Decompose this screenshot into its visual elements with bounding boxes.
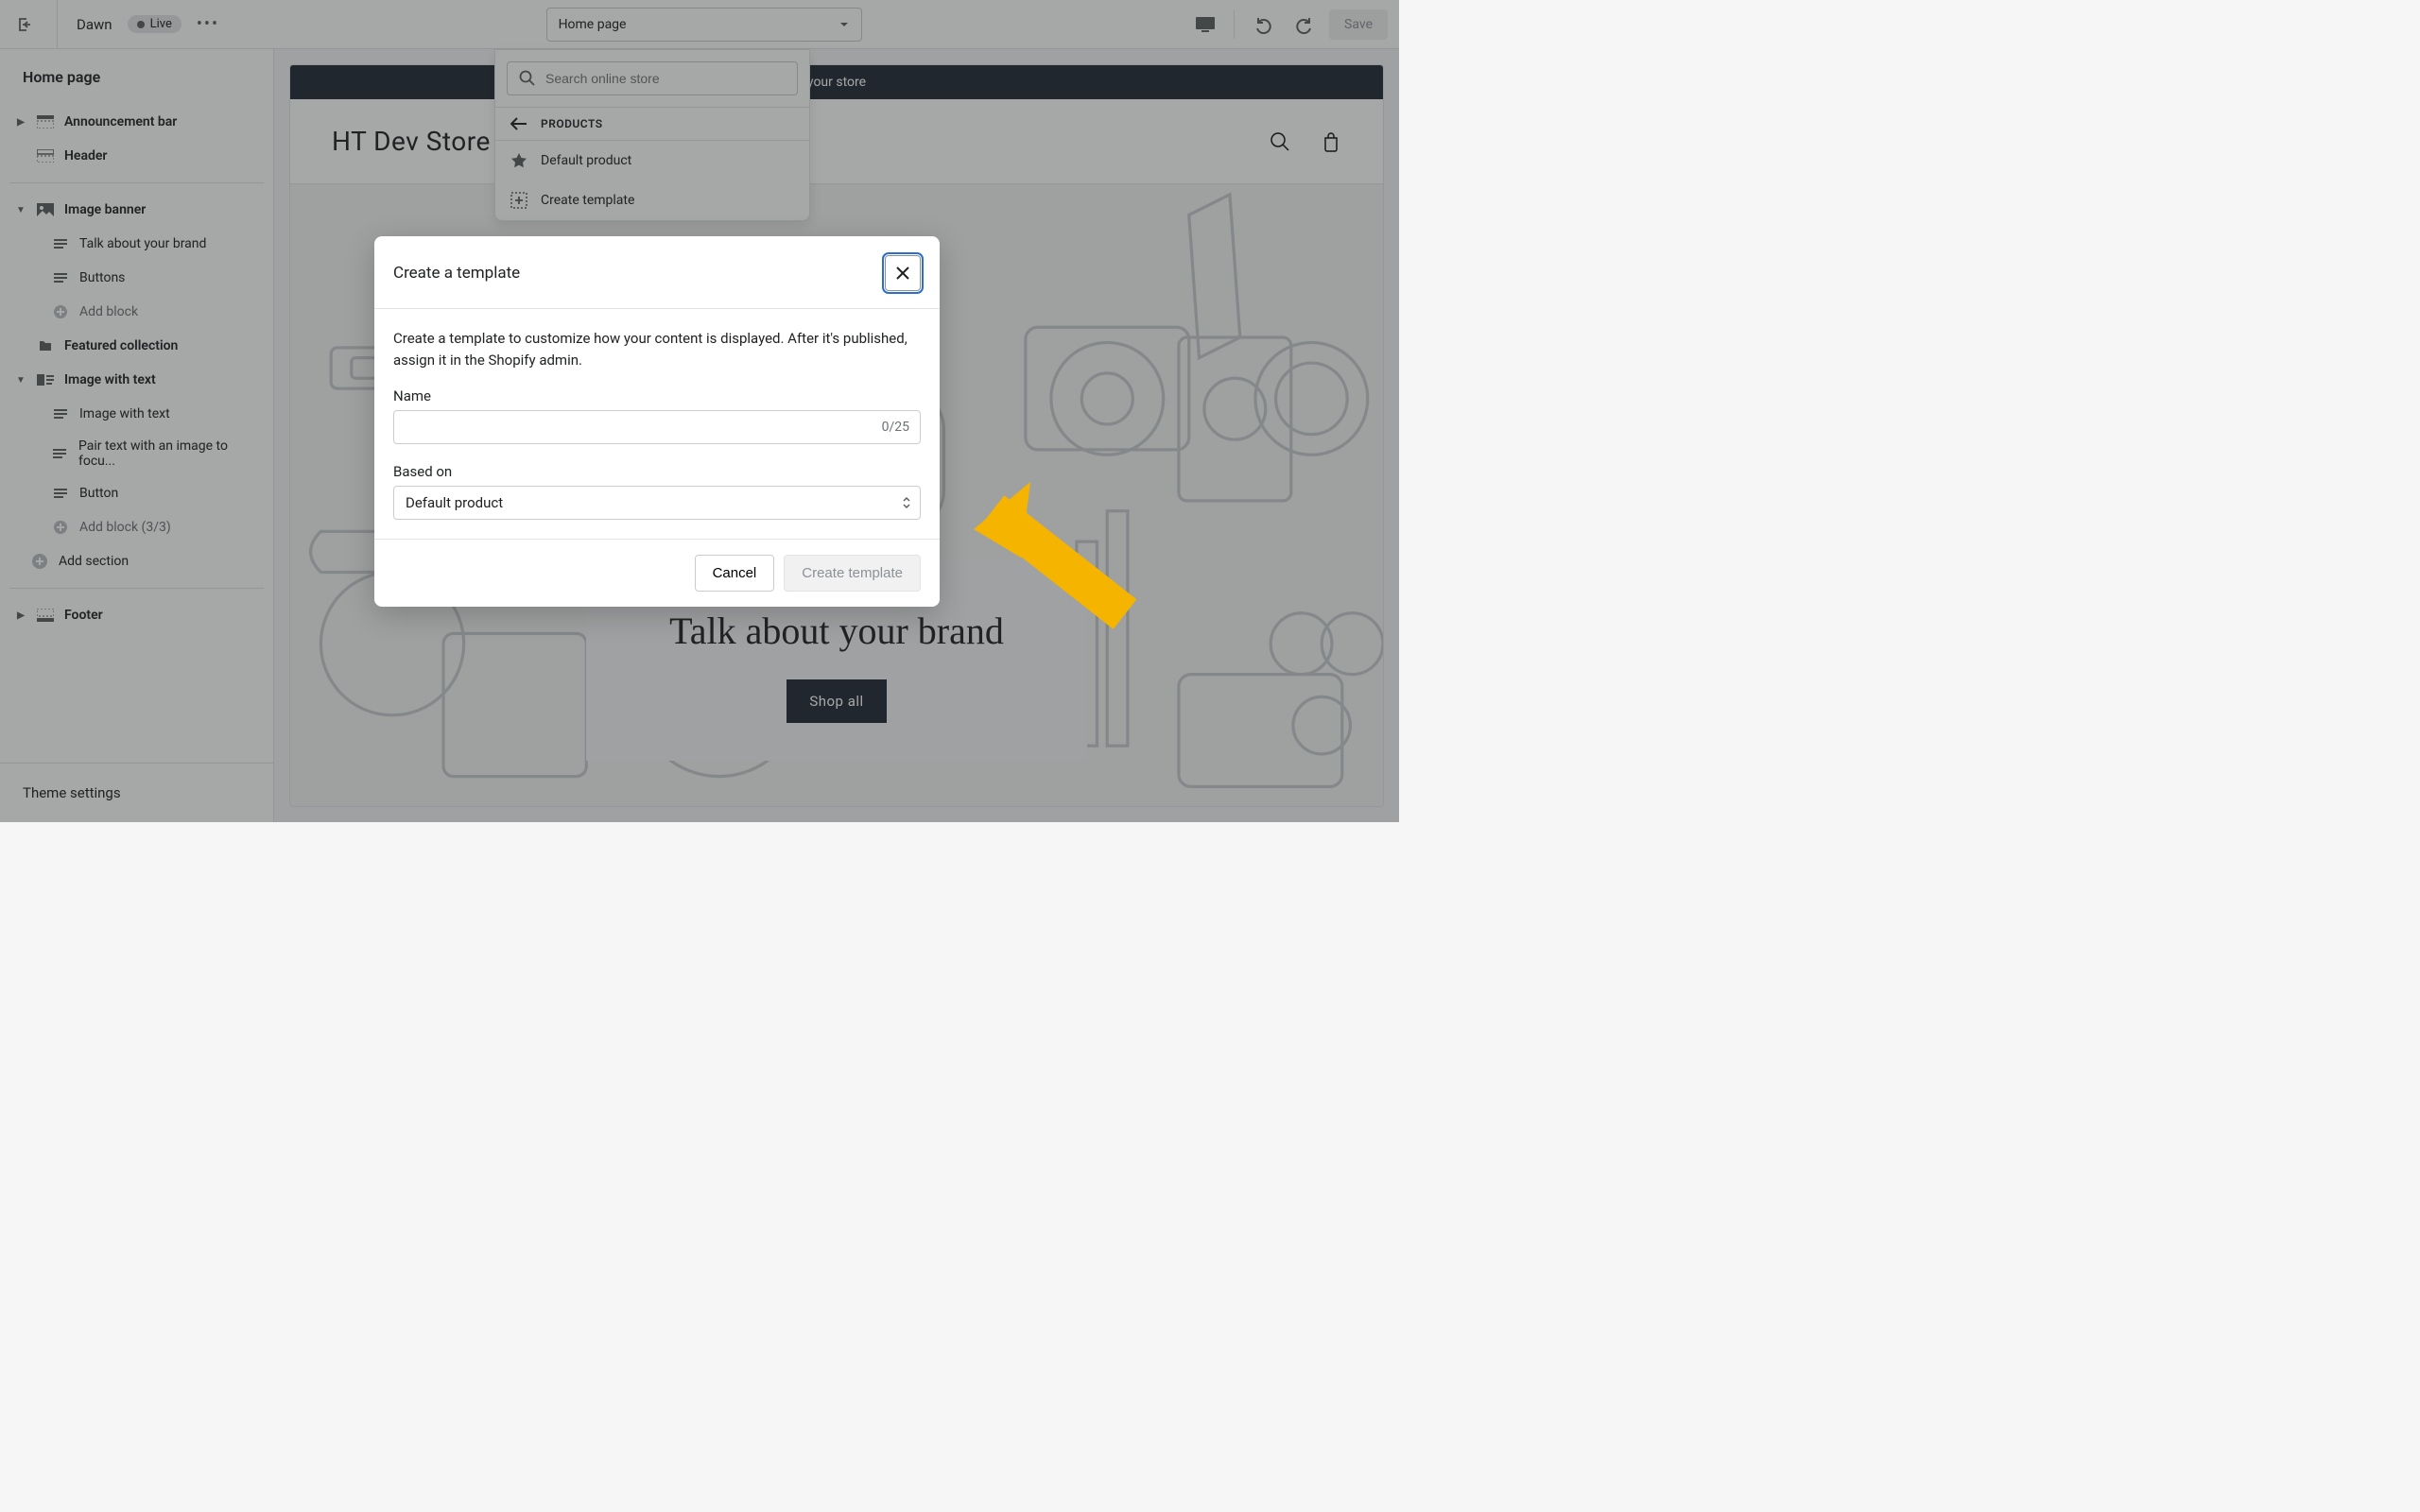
name-label: Name bbox=[393, 387, 921, 404]
create-template-button[interactable]: Create template bbox=[784, 555, 921, 592]
modal-footer: Cancel Create template bbox=[374, 539, 940, 607]
create-template-modal: Create a template Create a template to c… bbox=[374, 236, 940, 607]
name-input-wrap: 0/25 bbox=[393, 410, 921, 444]
based-on-value: Default product bbox=[406, 494, 503, 511]
based-on-label: Based on bbox=[393, 463, 921, 480]
modal-body: Create a template to customize how your … bbox=[374, 309, 940, 539]
cancel-button[interactable]: Cancel bbox=[695, 555, 775, 592]
select-caret-icon bbox=[902, 496, 911, 509]
modal-title: Create a template bbox=[393, 264, 520, 283]
modal-header: Create a template bbox=[374, 236, 940, 308]
modal-description: Create a template to customize how your … bbox=[393, 328, 921, 370]
close-icon bbox=[894, 265, 911, 282]
modal-close-button[interactable] bbox=[885, 255, 921, 291]
template-name-input[interactable] bbox=[393, 410, 921, 444]
based-on-select[interactable]: Default product bbox=[393, 486, 921, 520]
based-on-select-wrap: Default product bbox=[393, 486, 921, 520]
char-count: 0/25 bbox=[882, 420, 909, 435]
